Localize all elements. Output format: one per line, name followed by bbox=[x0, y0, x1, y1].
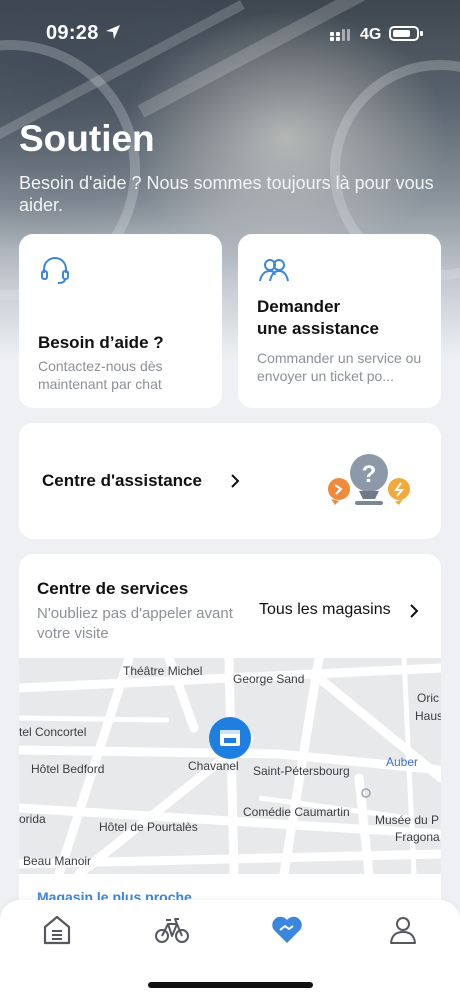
people-icon bbox=[259, 259, 289, 282]
map-place-label: orida bbox=[19, 812, 46, 826]
all-stores-link[interactable]: Tous les magasins bbox=[259, 601, 391, 619]
help-center-card[interactable]: Centre d'assistance ? bbox=[19, 423, 441, 539]
home-icon[interactable] bbox=[40, 914, 74, 946]
network-label: 4G bbox=[360, 26, 382, 43]
map-place-label: Chavanel bbox=[188, 759, 239, 773]
status-bar: 09:28 4G bbox=[0, 0, 460, 70]
services-title: Centre de services bbox=[37, 579, 189, 598]
home-indicator bbox=[148, 982, 313, 988]
assist-card-title-line2: une assistance bbox=[257, 319, 379, 338]
map-place-label: Oric bbox=[417, 691, 439, 705]
services-description: N'oubliez pas d'appeler avant votre visi… bbox=[37, 605, 233, 642]
help-card-title: Besoin d’aide ? bbox=[38, 333, 164, 352]
status-time: 09:28 bbox=[46, 22, 99, 44]
store-map[interactable]: Théâtre Michel George Sand Oric Haus tel… bbox=[19, 658, 441, 874]
chevron-right-icon bbox=[231, 474, 240, 488]
signal-icon bbox=[330, 29, 350, 41]
user-icon[interactable] bbox=[386, 914, 420, 946]
assist-card-title-line1: Demander bbox=[257, 297, 341, 316]
help-card-description: Contactez-nous dès maintenant par chat bbox=[38, 358, 163, 392]
map-place-label: Haus bbox=[415, 709, 441, 723]
chevron-right-icon[interactable] bbox=[409, 603, 419, 619]
map-place-label: Théâtre Michel bbox=[123, 664, 203, 678]
page-subtitle: Besoin d'aide ? Nous sommes toujours là … bbox=[19, 173, 434, 215]
help-chat-card[interactable]: Besoin d’aide ? Contactez-nous dès maint… bbox=[19, 234, 222, 408]
assist-card-description: Commander un service ou envoyer un ticke… bbox=[257, 350, 422, 384]
help-center-label: Centre d'assistance bbox=[42, 471, 202, 490]
page-title: Soutien bbox=[19, 118, 155, 159]
map-place-label: Auber bbox=[386, 755, 419, 769]
map-place-label: Hôtel de Pourtalès bbox=[99, 820, 198, 834]
map-place-label: Musée du P bbox=[375, 813, 440, 827]
help-bubbles-illustration: ? bbox=[328, 454, 410, 505]
map-place-label: Beau Manoir bbox=[23, 854, 92, 868]
request-assistance-card[interactable]: Demander une assistance Commander un ser… bbox=[238, 234, 441, 408]
heart-handshake-icon[interactable] bbox=[270, 914, 304, 946]
location-arrow-icon bbox=[106, 25, 120, 39]
svg-text:?: ? bbox=[362, 461, 377, 488]
map-place-label: Saint-Pétersbourg bbox=[253, 764, 350, 778]
battery-icon bbox=[389, 26, 423, 41]
map-place-label: Comédie Caumartin bbox=[243, 805, 350, 819]
headset-icon bbox=[41, 257, 69, 284]
map-place-label: Hôtel Bedford bbox=[31, 762, 105, 776]
map-place-label: tel Concortel bbox=[19, 725, 87, 739]
bike-icon[interactable] bbox=[155, 914, 189, 946]
map-place-label: Fragona bbox=[395, 830, 440, 844]
store-pin-icon[interactable] bbox=[208, 716, 252, 760]
map-place-label: George Sand bbox=[233, 672, 305, 686]
